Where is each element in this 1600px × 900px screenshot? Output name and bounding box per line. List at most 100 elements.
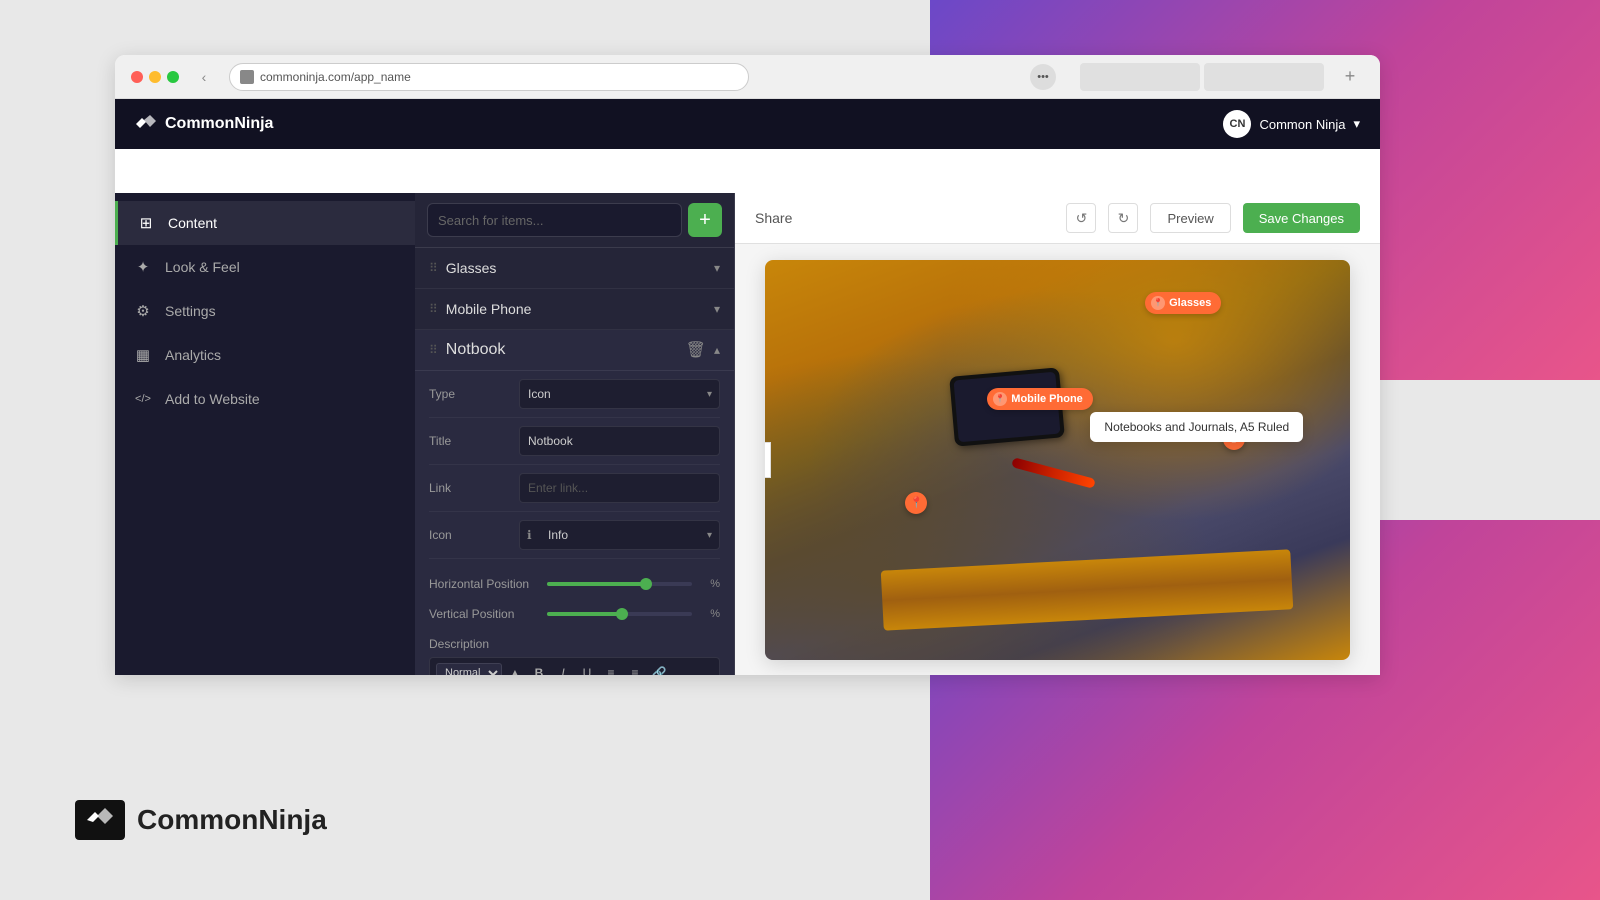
editor-area: Share ↺ ↻ Preview Save Changes [735,193,1380,675]
browser-add-tab-button[interactable]: + [1336,63,1364,91]
list-item-glasses-header[interactable]: ⠿ Glasses ▾ [415,248,734,288]
phone-chevron: ▾ [714,302,720,316]
search-input[interactable] [427,203,682,237]
pen-shape [1011,457,1096,489]
annotation-pin-circle[interactable]: 📍 [905,492,927,514]
browser-tab-2[interactable] [1204,63,1324,91]
notbook-expanded-header: ⠿ Notbook 🗑 ▴ [415,330,734,371]
sidebar-item-settings-label: Settings [165,303,216,319]
sidebar-item-analytics-label: Analytics [165,347,221,363]
sidebar-item-analytics[interactable]: ▦ Analytics [115,333,415,377]
undo-button[interactable]: ↺ [1066,203,1096,233]
glasses-chevron: ▾ [714,261,720,275]
delete-notbook-icon[interactable]: 🗑 [686,340,706,360]
glasses-pin-icon: 📍 [1151,296,1165,310]
icon-select-value: Info [548,528,568,542]
bottom-logo-area: CommonNinja [75,800,327,840]
analytics-icon: ▦ [133,345,153,365]
vertical-percent: % [700,608,720,620]
browser-tabs [1080,63,1324,91]
toolbar-list-btn[interactable]: ≡ [600,662,622,675]
icon-select-wrapper: ℹ Info ▾ [519,520,720,550]
notbook-title: Notbook [446,341,686,359]
description-section: Description Normal ▲ B I U ≡ ≡ [415,629,734,675]
pin-circle-icon: 📍 [910,496,924,509]
title-label: Title [429,434,509,448]
sidebar-item-look-feel-label: Look & Feel [165,259,240,275]
bottom-logo-icon [75,800,125,840]
user-menu[interactable]: CN Common Ninja ▾ [1223,110,1360,138]
canvas-image [765,260,1350,660]
toolbar-font-size-btn[interactable]: ▲ [504,662,526,675]
bottom-logo-text: CommonNinja [137,804,327,836]
icon-select-chevron: ▾ [707,530,712,541]
sidebar-item-add-website-label: Add to Website [165,391,260,407]
traffic-light-green[interactable] [167,71,179,83]
type-select[interactable]: Icon [519,379,720,409]
vertical-slider-track [547,612,692,616]
phone-pin-icon: 📍 [993,392,1007,406]
toolbar-italic-btn[interactable]: I [552,662,574,675]
sidebar-nav: ⊞ Content ✦ Look & Feel ⚙ Settings [115,193,415,675]
add-item-button[interactable]: + [688,203,722,237]
title-input[interactable] [519,426,720,456]
traffic-light-red[interactable] [131,71,143,83]
toolbar-underline-btn[interactable]: U [576,662,598,675]
icon-select-display[interactable]: ℹ Info [519,520,720,550]
annotation-glasses[interactable]: 📍 Glasses [1145,292,1221,314]
link-input[interactable] [519,473,720,503]
bottom-logo-light: Common [137,804,258,835]
drag-icon-notbook: ⠿ [429,343,438,357]
vertical-label: Vertical Position [429,607,539,621]
editor-canvas: 📍 Glasses 📍 Mobile Phone ℹ [735,244,1380,675]
app-header-logo: CommonNinja [135,115,273,133]
browser-titlebar: ‹ commoninja.com/app_name ••• + [115,55,1380,99]
notbook-chevron[interactable]: ▴ [714,343,720,357]
sidebar-item-settings[interactable]: ⚙ Settings [115,289,415,333]
annotation-popup: Notebooks and Journals, A5 Ruled [1090,412,1303,442]
sidebar: ⊞ Content ✦ Look & Feel ⚙ Settings [115,193,415,675]
icon-label: Icon [429,528,509,542]
content-panel-header: + [415,193,734,248]
browser-tab-1[interactable] [1080,63,1200,91]
horizontal-slider-fill [547,582,646,586]
vertical-slider-thumb[interactable] [616,608,628,620]
settings-icon: ⚙ [133,301,153,321]
site-icon [240,70,254,84]
sidebar-item-content[interactable]: ⊞ Content [115,201,415,245]
title-field: Title [429,418,720,465]
user-avatar: CN [1223,110,1251,138]
preview-button[interactable]: Preview [1150,203,1230,233]
horizontal-label: Horizontal Position [429,577,539,591]
info-icon-small: ℹ [527,528,532,542]
user-name: Common Ninja [1259,117,1345,132]
annotation-mobile-phone[interactable]: 📍 Mobile Phone [987,388,1093,410]
toolbar-link-btn[interactable]: 🔗 [648,662,670,675]
sidebar-item-look-feel[interactable]: ✦ Look & Feel [115,245,415,289]
browser-more-button[interactable]: ••• [1030,64,1056,90]
toolbar-bullet-btn[interactable]: ≡ [624,662,646,675]
traffic-lights [131,71,179,83]
horizontal-slider-thumb[interactable] [640,578,652,590]
traffic-light-yellow[interactable] [149,71,161,83]
save-changes-button[interactable]: Save Changes [1243,203,1360,233]
description-label: Description [429,637,720,651]
format-select[interactable]: Normal [436,663,502,675]
drag-icon-glasses: ⠿ [429,261,438,275]
vertical-slider-fill [547,612,622,616]
vertical-position-field: Vertical Position % [429,599,720,629]
redo-button[interactable]: ↻ [1108,203,1138,233]
drag-icon-phone: ⠿ [429,302,438,316]
browser-window: ‹ commoninja.com/app_name ••• + Common [115,55,1380,675]
browser-back-button[interactable]: ‹ [191,64,217,90]
header-logo-icon [135,115,157,133]
bag-strap [881,549,1293,630]
content-panel: + ⠿ Glasses ▾ ⠿ [415,193,735,675]
toolbar-bold-btn[interactable]: B [528,662,550,675]
glasses-annotation-label: Glasses [1169,297,1211,309]
list-item-mobile-phone-header[interactable]: ⠿ Mobile Phone ▾ [415,289,734,329]
type-select-wrapper: Icon ▾ [519,379,720,409]
collapse-panel-button[interactable]: ‹ [765,442,771,478]
browser-address-bar: commoninja.com/app_name [229,63,749,91]
sidebar-item-add-website[interactable]: </> Add to Website [115,377,415,421]
